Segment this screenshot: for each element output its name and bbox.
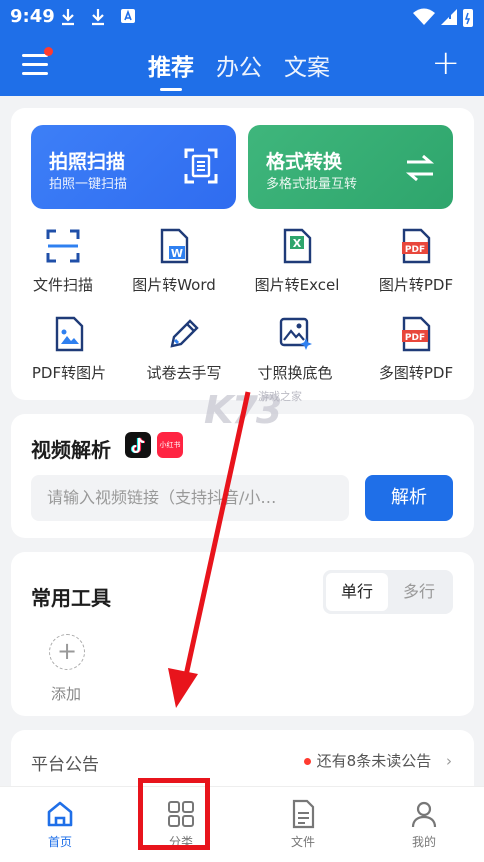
pdf-file-icon: PDF [402,316,431,352]
add-tool-label: 添加 [51,685,82,703]
app-header: 推荐 办公 文案 + [0,34,484,96]
tool-image-to-word[interactable]: W 图片转Word [116,228,232,295]
tool-label: 寸照换底色 [257,364,333,382]
unread-dot [303,758,311,765]
announcement-unread[interactable]: 还有8条未读公告 › [303,750,452,771]
app-a-icon [121,9,135,23]
tool-image-to-pdf[interactable]: PDF 图片转PDF [358,228,474,295]
format-convert-button[interactable]: 格式转换 多格式批量互转 [248,125,453,209]
tab-recommend[interactable]: 推荐 [148,48,194,91]
bottom-navigation: 首页 分类 文件 我的 [0,786,484,862]
tab-copywriting[interactable]: 文案 [284,48,330,82]
format-convert-title: 格式转换 [266,151,343,173]
scan-frame-icon [46,229,80,263]
svg-text:PDF: PDF [405,245,425,255]
document-scan-icon [184,148,218,184]
unread-text: 还有8条未读公告 [316,752,432,770]
tool-label: 文件扫描 [32,276,93,294]
tool-file-scan[interactable]: 文件扫描 [5,228,121,295]
common-tools-title: 常用工具 [31,586,111,610]
add-tool-button[interactable]: + [49,634,85,670]
watermark-subtext: 游戏之家 [258,390,302,403]
announcement-title: 平台公告 [31,755,99,775]
wifi-icon [413,8,435,25]
nav-label: 首页 [47,835,72,849]
nav-home[interactable]: 首页 [20,799,100,850]
pdf-file-icon: PDF [402,228,431,264]
signal-icon [441,9,457,25]
site-watermark: K73 游戏之家 [188,382,318,442]
tiktok-logo-icon [125,432,151,458]
file-icon [292,799,315,829]
nav-files[interactable]: 文件 [263,799,343,850]
word-file-icon: W [160,228,189,264]
tool-multi-image-to-pdf[interactable]: PDF 多图转PDF [358,316,474,383]
photo-scan-title: 拍照扫描 [49,151,126,173]
pen-icon [170,319,199,348]
xiaohongshu-logo-icon: 小红书 [157,432,183,458]
tools-card: 拍照扫描 拍照一键扫描 格式转换 多格式批量互转 文件扫描 W 图片转Word [11,108,474,400]
svg-text:X: X [293,237,302,250]
tool-remove-handwriting[interactable]: 试卷去手写 [126,316,242,383]
tool-label: 图片转Word [132,276,216,294]
nav-label: 我的 [411,835,436,849]
download-icon [92,9,104,26]
tool-pdf-to-image[interactable]: PDF转图片 [11,316,127,383]
swap-arrows-icon [405,154,435,182]
single-row-option[interactable]: 单行 [326,573,388,611]
layout-toggle: 单行 多行 [323,570,453,614]
parse-button[interactable]: 解析 [365,475,453,521]
chevron-right-icon: › [446,752,452,770]
video-link-input[interactable]: 请输入视频链接（支持抖音/小… [31,475,349,521]
tool-label: 图片转Excel [254,276,340,294]
svg-text:W: W [171,247,183,260]
status-time: 9:49 [10,6,55,27]
tab-office[interactable]: 办公 [216,48,262,82]
status-bar: 9:49 [0,0,484,34]
tool-label: 图片转PDF [378,276,454,294]
nav-mine[interactable]: 我的 [384,799,464,850]
nav-label: 文件 [290,835,315,849]
image-file-icon [55,316,84,352]
download-icon [62,9,74,26]
battery-icon [463,9,473,27]
photo-scan-subtitle: 拍照一键扫描 [49,177,128,192]
top-tabs: 推荐 办公 文案 [148,48,352,91]
multi-row-option[interactable]: 多行 [388,573,450,611]
excel-file-icon: X [283,228,312,264]
photo-scan-button[interactable]: 拍照扫描 拍照一键扫描 [31,125,236,209]
tool-image-to-excel[interactable]: X 图片转Excel [239,228,355,295]
format-convert-subtitle: 多格式批量互转 [266,177,358,192]
photo-sparkle-icon [279,317,312,350]
tool-label: PDF转图片 [31,364,107,382]
annotation-highlight-box [138,778,210,850]
notification-dot [44,47,53,56]
common-tools-card: 常用工具 单行 多行 + 添加 [11,552,474,716]
add-button[interactable]: + [432,46,461,80]
tool-label: 多图转PDF [378,364,454,382]
menu-button[interactable] [22,47,53,78]
home-icon [47,801,73,827]
user-icon [411,801,437,828]
video-parse-title: 视频解析 [31,438,111,462]
svg-text:PDF: PDF [405,333,425,343]
tool-label: 试卷去手写 [146,364,222,382]
tool-photo-background[interactable]: 寸照换底色 [237,316,353,383]
